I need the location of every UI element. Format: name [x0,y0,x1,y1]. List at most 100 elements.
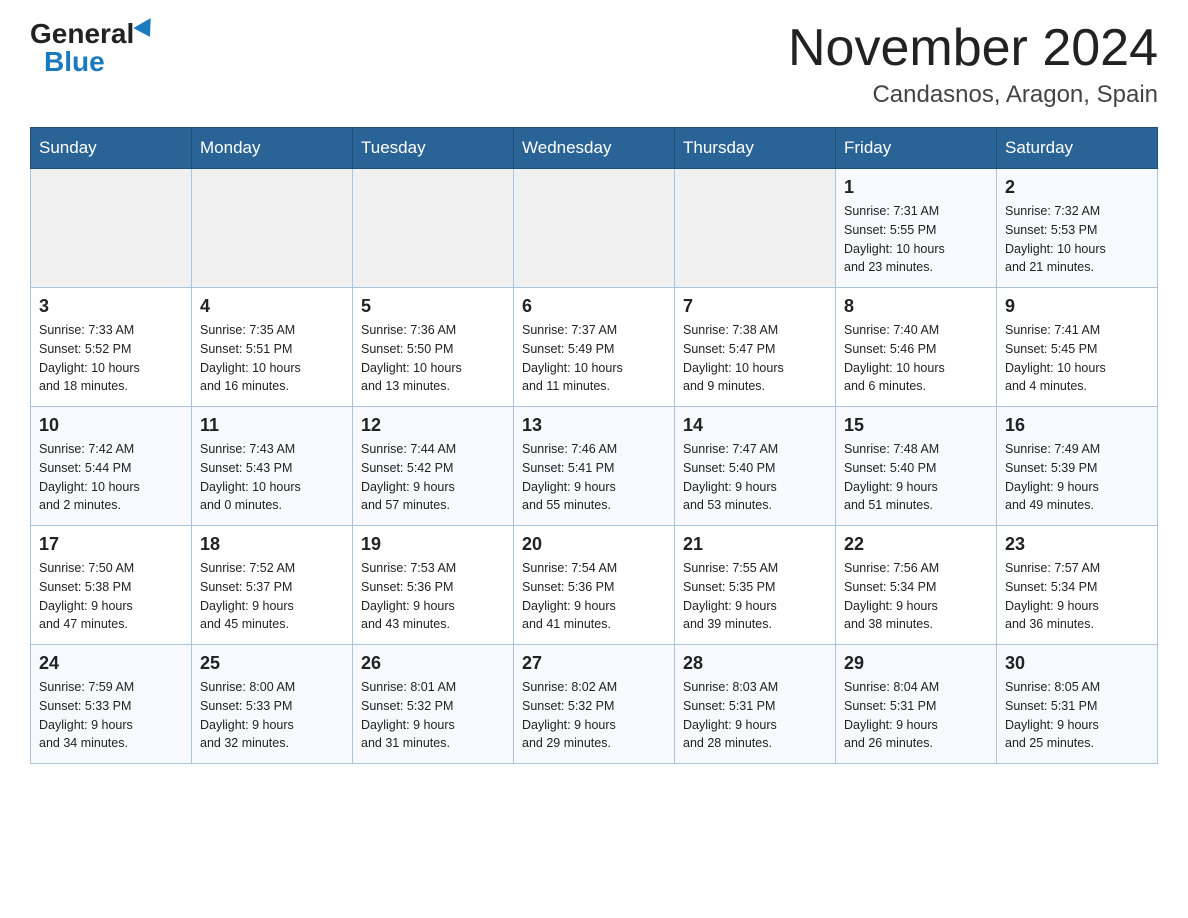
day-number: 14 [683,415,827,436]
day-info: Sunrise: 7:47 AM Sunset: 5:40 PM Dayligh… [683,440,827,515]
calendar-cell: 10Sunrise: 7:42 AM Sunset: 5:44 PM Dayli… [31,407,192,526]
day-info: Sunrise: 7:37 AM Sunset: 5:49 PM Dayligh… [522,321,666,396]
calendar-cell: 21 Sunrise: 7:55 AM Sunset: 5:35 PM Dayli… [675,526,836,645]
calendar-cell: 18Sunrise: 7:52 AM Sunset: 5:37 PM Dayli… [192,526,353,645]
header-cell-sunday: Sunday [31,128,192,169]
day-info: Sunrise: 7:56 AM Sunset: 5:34 PM Dayligh… [844,559,988,634]
day-number: 19 [361,534,505,555]
header-cell-friday: Friday [836,128,997,169]
day-info: Sunrise: 7:44 AM Sunset: 5:42 PM Dayligh… [361,440,505,515]
day-number: 2 [1005,177,1149,198]
month-title: November 2024 [788,20,1158,77]
day-info: Sunrise: 7:57 AM Sunset: 5:34 PM Dayligh… [1005,559,1149,634]
calendar-cell: 4Sunrise: 7:35 AM Sunset: 5:51 PM Daylig… [192,288,353,407]
logo-general-text: General [30,20,134,48]
day-number: 20 [522,534,666,555]
calendar-cell: 19Sunrise: 7:53 AM Sunset: 5:36 PM Dayli… [353,526,514,645]
day-number: 1 [844,177,988,198]
calendar-cell: 25Sunrise: 8:00 AM Sunset: 5:33 PM Dayli… [192,645,353,764]
day-number: 7 [683,296,827,317]
calendar-cell [675,169,836,288]
day-info: Sunrise: 7:59 AM Sunset: 5:33 PM Dayligh… [39,678,183,753]
title-block: November 2024 Candasnos, Aragon, Spain [788,20,1158,109]
day-number: 22 [844,534,988,555]
calendar-week-2: 3 Sunrise: 7:33 AM Sunset: 5:52 PM Daylig… [31,288,1158,407]
calendar-cell: 23Sunrise: 7:57 AM Sunset: 5:34 PM Dayli… [997,526,1158,645]
calendar-cell: 22 Sunrise: 7:56 AM Sunset: 5:34 PM Dayli… [836,526,997,645]
day-number: 11 [200,415,344,436]
logo-blue-text: Blue [44,48,105,76]
day-number: 27 [522,653,666,674]
calendar-cell: 6 Sunrise: 7:37 AM Sunset: 5:49 PM Daylig… [514,288,675,407]
calendar-cell: 11Sunrise: 7:43 AM Sunset: 5:43 PM Dayli… [192,407,353,526]
calendar-cell: 15Sunrise: 7:48 AM Sunset: 5:40 PM Dayli… [836,407,997,526]
calendar-cell [192,169,353,288]
header-cell-monday: Monday [192,128,353,169]
day-number: 25 [200,653,344,674]
day-number: 24 [39,653,183,674]
header-cell-tuesday: Tuesday [353,128,514,169]
day-number: 21 [683,534,827,555]
calendar-table: SundayMondayTuesdayWednesdayThursdayFrid… [30,127,1158,764]
calendar-cell: 26 Sunrise: 8:01 AM Sunset: 5:32 PM Dayli… [353,645,514,764]
day-number: 12 [361,415,505,436]
day-info: Sunrise: 7:36 AM Sunset: 5:50 PM Dayligh… [361,321,505,396]
day-info: Sunrise: 8:01 AM Sunset: 5:32 PM Dayligh… [361,678,505,753]
day-number: 10 [39,415,183,436]
calendar-header: SundayMondayTuesdayWednesdayThursdayFrid… [31,128,1158,169]
day-info: Sunrise: 7:55 AM Sunset: 5:35 PM Dayligh… [683,559,827,634]
day-number: 4 [200,296,344,317]
day-number: 28 [683,653,827,674]
day-number: 30 [1005,653,1149,674]
calendar-cell: 14 Sunrise: 7:47 AM Sunset: 5:40 PM Dayli… [675,407,836,526]
day-number: 3 [39,296,183,317]
day-info: Sunrise: 7:31 AM Sunset: 5:55 PM Dayligh… [844,202,988,277]
day-info: Sunrise: 8:02 AM Sunset: 5:32 PM Dayligh… [522,678,666,753]
day-number: 17 [39,534,183,555]
day-number: 6 [522,296,666,317]
calendar-cell: 16 Sunrise: 7:49 AM Sunset: 5:39 PM Dayli… [997,407,1158,526]
logo: General Blue [30,20,156,76]
header-cell-saturday: Saturday [997,128,1158,169]
day-number: 18 [200,534,344,555]
calendar-cell: 12 Sunrise: 7:44 AM Sunset: 5:42 PM Dayli… [353,407,514,526]
calendar-cell: 24 Sunrise: 7:59 AM Sunset: 5:33 PM Dayli… [31,645,192,764]
calendar-cell: 28 Sunrise: 8:03 AM Sunset: 5:31 PM Dayli… [675,645,836,764]
header-cell-thursday: Thursday [675,128,836,169]
calendar-cell: 30Sunrise: 8:05 AM Sunset: 5:31 PM Dayli… [997,645,1158,764]
day-number: 26 [361,653,505,674]
calendar-week-1: 1 Sunrise: 7:31 AM Sunset: 5:55 PM Daylig… [31,169,1158,288]
logo-triangle-icon [134,18,159,42]
calendar-week-5: 24 Sunrise: 7:59 AM Sunset: 5:33 PM Dayli… [31,645,1158,764]
day-info: Sunrise: 8:04 AM Sunset: 5:31 PM Dayligh… [844,678,988,753]
day-info: Sunrise: 7:32 AM Sunset: 5:53 PM Dayligh… [1005,202,1149,277]
calendar-cell [514,169,675,288]
day-number: 16 [1005,415,1149,436]
day-info: Sunrise: 7:49 AM Sunset: 5:39 PM Dayligh… [1005,440,1149,515]
day-info: Sunrise: 7:33 AM Sunset: 5:52 PM Dayligh… [39,321,183,396]
day-info: Sunrise: 7:41 AM Sunset: 5:45 PM Dayligh… [1005,321,1149,396]
day-number: 5 [361,296,505,317]
calendar-cell: 3 Sunrise: 7:33 AM Sunset: 5:52 PM Daylig… [31,288,192,407]
day-number: 15 [844,415,988,436]
calendar-cell: 1 Sunrise: 7:31 AM Sunset: 5:55 PM Daylig… [836,169,997,288]
location-subtitle: Candasnos, Aragon, Spain [788,81,1158,109]
calendar-cell: 5 Sunrise: 7:36 AM Sunset: 5:50 PM Daylig… [353,288,514,407]
calendar-cell: 27 Sunrise: 8:02 AM Sunset: 5:32 PM Dayli… [514,645,675,764]
day-info: Sunrise: 7:38 AM Sunset: 5:47 PM Dayligh… [683,321,827,396]
calendar-cell [31,169,192,288]
header-row: SundayMondayTuesdayWednesdayThursdayFrid… [31,128,1158,169]
calendar-body: 1 Sunrise: 7:31 AM Sunset: 5:55 PM Daylig… [31,169,1158,764]
day-number: 29 [844,653,988,674]
calendar-cell: 9Sunrise: 7:41 AM Sunset: 5:45 PM Daylig… [997,288,1158,407]
day-number: 8 [844,296,988,317]
calendar-cell [353,169,514,288]
header-cell-wednesday: Wednesday [514,128,675,169]
calendar-cell: 2 Sunrise: 7:32 AM Sunset: 5:53 PM Daylig… [997,169,1158,288]
calendar-cell: 20 Sunrise: 7:54 AM Sunset: 5:36 PM Dayli… [514,526,675,645]
day-info: Sunrise: 7:54 AM Sunset: 5:36 PM Dayligh… [522,559,666,634]
calendar-cell: 8Sunrise: 7:40 AM Sunset: 5:46 PM Daylig… [836,288,997,407]
day-number: 13 [522,415,666,436]
calendar-cell: 7 Sunrise: 7:38 AM Sunset: 5:47 PM Daylig… [675,288,836,407]
day-info: Sunrise: 8:03 AM Sunset: 5:31 PM Dayligh… [683,678,827,753]
